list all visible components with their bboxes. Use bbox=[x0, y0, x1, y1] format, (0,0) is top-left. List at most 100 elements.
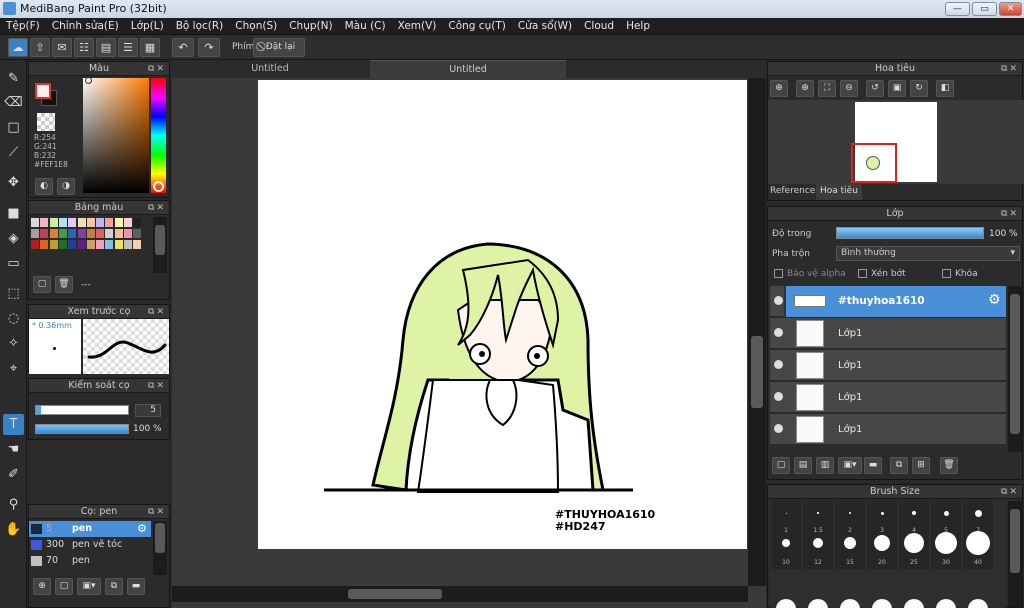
brush-item[interactable]: 300 pen vẽ tóc bbox=[29, 537, 151, 553]
palette-swatch[interactable] bbox=[133, 218, 142, 227]
new-halftone-layer-icon[interactable]: ▤ bbox=[794, 457, 812, 474]
palette-swatch[interactable] bbox=[96, 229, 105, 238]
new-layer-icon[interactable]: ▢ bbox=[772, 457, 790, 474]
brush-size-dot[interactable] bbox=[776, 599, 796, 608]
select-pen-icon[interactable]: ⌖ bbox=[3, 358, 24, 379]
menu-snap[interactable]: Chụp(N) bbox=[283, 18, 338, 35]
layer-row[interactable]: #thuyhoa1610 ⚙ bbox=[770, 286, 1006, 317]
palette-swatch[interactable] bbox=[124, 229, 132, 238]
menu-filter[interactable]: Bộ lọc(R) bbox=[170, 18, 230, 35]
palette-scroll-thumb[interactable] bbox=[155, 225, 165, 255]
layer-scrollbar[interactable] bbox=[1008, 286, 1022, 452]
text-icon[interactable]: T bbox=[3, 414, 24, 435]
reset-view-icon[interactable]: ▣ bbox=[888, 80, 906, 97]
operation-icon[interactable]: ☚ bbox=[3, 439, 24, 460]
palette-swatch[interactable] bbox=[105, 240, 114, 249]
foreground-color-swatch[interactable] bbox=[35, 83, 51, 99]
list-icon[interactable]: ☰ bbox=[118, 38, 138, 57]
navigator-preview[interactable] bbox=[768, 100, 1024, 184]
layer-opacity-slider[interactable] bbox=[836, 227, 984, 239]
brush-size-dot[interactable] bbox=[840, 599, 860, 608]
palette-swatch[interactable] bbox=[49, 229, 58, 238]
palette-swatch[interactable] bbox=[96, 218, 105, 227]
layer-row[interactable]: Lớp1 bbox=[770, 350, 1006, 381]
protect-alpha-checkbox[interactable]: Bảo vệ alpha bbox=[774, 269, 846, 279]
hue-slider[interactable] bbox=[151, 78, 166, 193]
menu-cloud[interactable]: Cloud bbox=[578, 18, 620, 35]
palette-swatch[interactable] bbox=[77, 229, 86, 238]
brush-size-dot[interactable] bbox=[904, 599, 924, 608]
panel-controls-icon[interactable]: ⧉✕ bbox=[148, 379, 166, 393]
lock-checkbox[interactable]: Khóa bbox=[942, 269, 978, 279]
duplicate-icon[interactable]: ⧉ bbox=[890, 457, 908, 474]
menu-view[interactable]: Xem(V) bbox=[392, 18, 443, 35]
palette-swatch[interactable] bbox=[105, 229, 114, 238]
palette-swatch[interactable] bbox=[124, 240, 132, 249]
hue-handle[interactable] bbox=[153, 181, 164, 192]
grid-icon[interactable]: ▦ bbox=[140, 38, 160, 57]
color-wheel-icon[interactable]: ◐ bbox=[35, 178, 53, 195]
palette-swatch[interactable] bbox=[49, 240, 58, 249]
zoom-plus-icon[interactable]: ⊕ bbox=[796, 80, 814, 97]
tab-untitled-2[interactable]: Untitled bbox=[370, 60, 566, 78]
palette-swatch[interactable] bbox=[133, 229, 142, 238]
palette-swatch[interactable] bbox=[58, 240, 67, 249]
minimize-button[interactable]: — bbox=[945, 2, 970, 16]
palette-swatch[interactable] bbox=[40, 229, 49, 238]
brush-size-dot[interactable] bbox=[872, 599, 892, 608]
canvas-vscroll-thumb[interactable] bbox=[751, 336, 763, 408]
palette-swatch[interactable] bbox=[40, 218, 49, 227]
palette-swatch[interactable] bbox=[77, 218, 86, 227]
brush-size-dot[interactable] bbox=[968, 599, 988, 608]
fit-icon[interactable]: ⛶ bbox=[818, 80, 836, 97]
palette-swatch[interactable] bbox=[68, 229, 77, 238]
palette-swatch[interactable] bbox=[77, 240, 86, 249]
layer-row[interactable]: Lớp1 bbox=[770, 414, 1006, 445]
layer-add-menu-icon[interactable]: ▣▾ bbox=[838, 457, 862, 474]
brush-scrollbar[interactable] bbox=[153, 521, 167, 575]
palette-swatch[interactable] bbox=[96, 240, 105, 249]
brush-icon[interactable]: ✎ bbox=[3, 68, 24, 89]
menu-edit[interactable]: Chỉnh sửa(E) bbox=[46, 18, 125, 35]
document-icon[interactable]: ▤ bbox=[96, 38, 116, 57]
select-rect-icon[interactable]: ⬚ bbox=[3, 283, 24, 304]
reset-button[interactable]: ⃠ Đặt lại bbox=[253, 38, 305, 57]
flip-icon[interactable]: ◧ bbox=[936, 80, 954, 97]
menu-window[interactable]: Cửa sổ(W) bbox=[512, 18, 578, 35]
color-settings-icon[interactable]: ◑ bbox=[57, 178, 75, 195]
maximize-button[interactable]: ▭ bbox=[972, 2, 997, 16]
menu-tools[interactable]: Công cụ(T) bbox=[442, 18, 511, 35]
visibility-icon[interactable] bbox=[774, 392, 783, 401]
redo-icon[interactable]: ↷ bbox=[198, 38, 220, 57]
comment-icon[interactable]: ✉ bbox=[52, 38, 72, 57]
palette-swatch[interactable] bbox=[31, 229, 39, 238]
palette-swatch[interactable] bbox=[40, 240, 49, 249]
palette-scrollbar[interactable] bbox=[153, 217, 167, 273]
palette-swatch[interactable] bbox=[68, 240, 77, 249]
blend-mode-select[interactable]: Bình thường ▾ bbox=[836, 246, 1020, 261]
brush-size-scroll-thumb[interactable] bbox=[1010, 509, 1020, 573]
close-button[interactable]: ✕ bbox=[999, 2, 1022, 16]
palette-swatch[interactable] bbox=[49, 218, 58, 227]
visibility-icon[interactable] bbox=[774, 296, 783, 305]
transparent-color-swatch[interactable] bbox=[37, 113, 55, 131]
palette-swatch[interactable] bbox=[114, 240, 123, 249]
undo-icon[interactable]: ↶ bbox=[172, 38, 194, 57]
brush-copy-icon[interactable]: ⧉ bbox=[105, 578, 123, 595]
menu-color[interactable]: Màu (C) bbox=[339, 18, 392, 35]
panel-controls-icon[interactable]: ⧉✕ bbox=[1001, 62, 1019, 76]
merge-icon[interactable]: ⊞ bbox=[912, 457, 930, 474]
folder-icon[interactable]: ▬ bbox=[864, 457, 882, 474]
palette-swatch[interactable] bbox=[124, 218, 132, 227]
panel-controls-icon[interactable]: ⧉✕ bbox=[148, 505, 166, 519]
new-palette-icon[interactable]: ▢ bbox=[33, 276, 51, 293]
panel-controls-icon[interactable]: ⧉✕ bbox=[148, 305, 166, 319]
zoom-in-icon[interactable]: ⊕ bbox=[770, 80, 788, 97]
canvas-hscroll-thumb[interactable] bbox=[348, 589, 442, 599]
palette-swatch[interactable] bbox=[86, 218, 95, 227]
palette-swatch[interactable] bbox=[105, 218, 114, 227]
gradient-icon[interactable]: ▭ bbox=[3, 253, 24, 274]
new-brush-icon[interactable]: ▢ bbox=[55, 578, 73, 595]
palette-swatch[interactable] bbox=[86, 229, 95, 238]
palette-swatch[interactable] bbox=[31, 218, 39, 227]
